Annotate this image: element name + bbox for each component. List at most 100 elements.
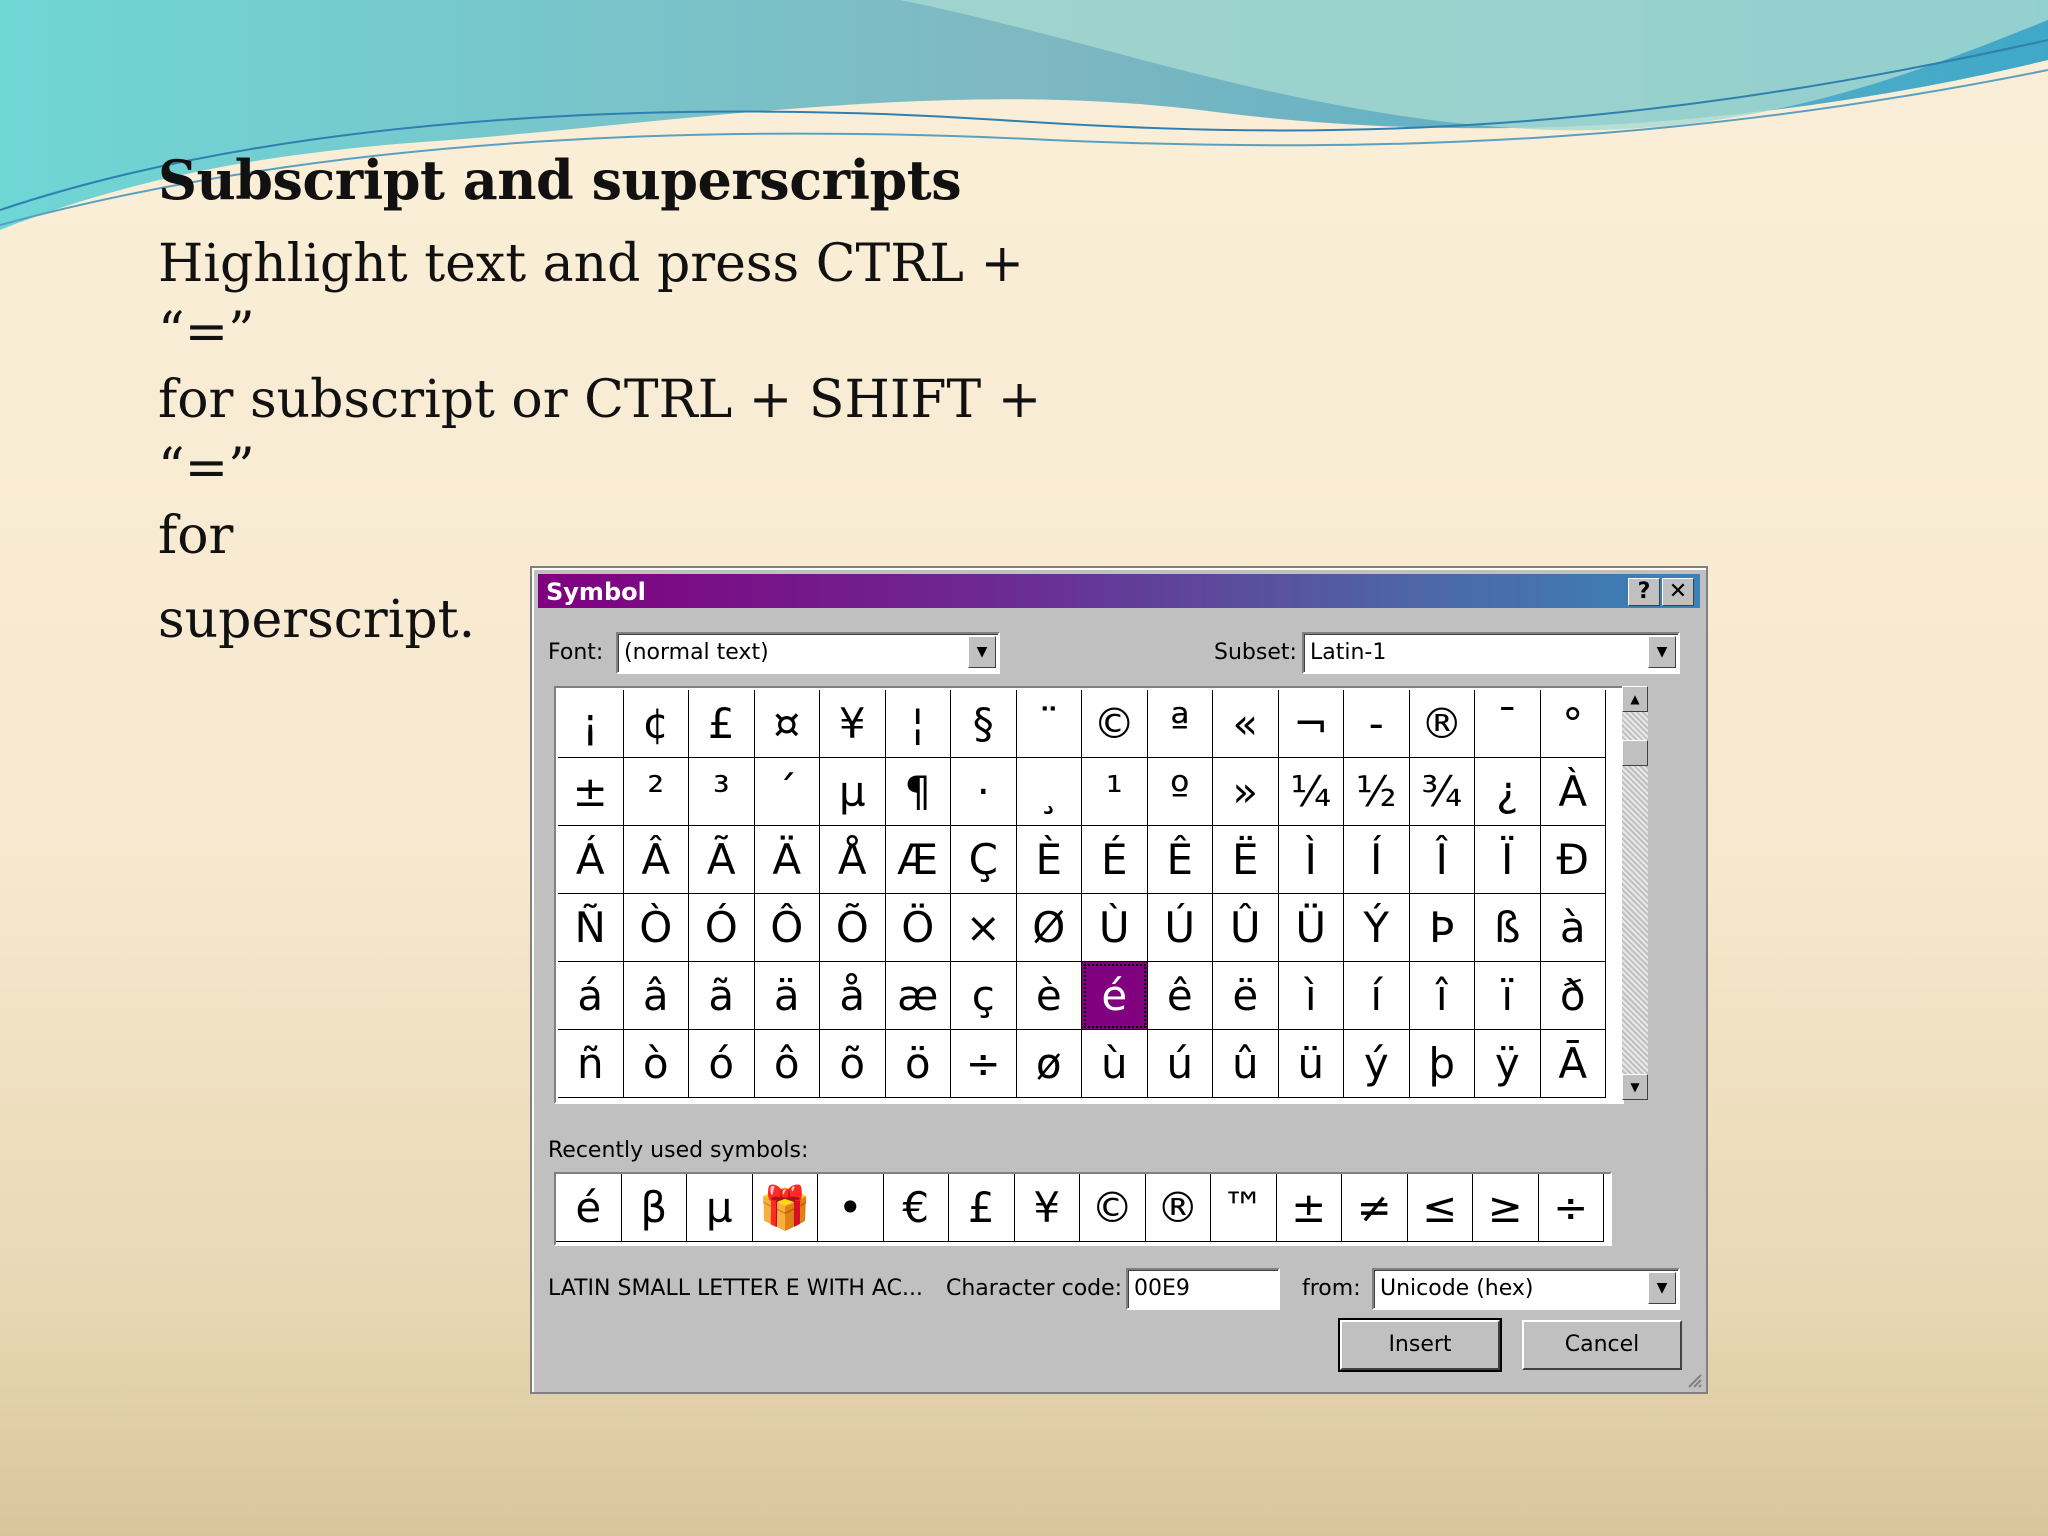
recent-symbol-cell[interactable]: β [621,1174,687,1242]
from-select[interactable]: Unicode (hex) ▼ [1372,1268,1680,1310]
symbol-cell[interactable]: Þ [1409,894,1475,962]
symbol-cell[interactable]: ¬ [1278,690,1344,758]
recent-symbol-cell[interactable]: € [883,1174,949,1242]
symbol-cell[interactable]: ü [1278,1030,1344,1098]
symbol-cell[interactable]: µ [820,758,886,826]
symbol-cell[interactable]: ¯ [1475,690,1541,758]
symbol-cell[interactable]: ² [623,758,689,826]
symbol-cell[interactable]: º [1147,758,1213,826]
recent-symbol-cell[interactable]: • [818,1174,884,1242]
symbol-cell[interactable]: Á [558,826,624,894]
symbol-cell[interactable]: ð [1540,962,1606,1030]
symbol-cell[interactable]: ¿ [1475,758,1541,826]
symbol-cell[interactable]: ¨ [1016,690,1082,758]
recent-symbol-cell[interactable]: ÷ [1538,1174,1604,1242]
symbol-cell[interactable]: Ô [754,894,820,962]
symbol-cell-selected[interactable]: é [1082,962,1148,1030]
symbol-cell[interactable]: å [820,962,886,1030]
symbol-cell[interactable]: Ú [1147,894,1213,962]
symbol-cell[interactable]: Ä [754,826,820,894]
symbol-cell[interactable]: ù [1082,1030,1148,1098]
symbol-cell[interactable]: Ö [885,894,951,962]
symbol-cell[interactable]: õ [820,1030,886,1098]
dialog-titlebar[interactable]: Symbol ? ✕ [538,574,1700,608]
cancel-button[interactable]: Cancel [1522,1320,1682,1370]
symbol-cell[interactable]: ê [1147,962,1213,1030]
recent-symbol-cell[interactable]: ™ [1211,1174,1277,1242]
symbol-cell[interactable]: ÷ [951,1030,1017,1098]
symbol-cell[interactable]: × [951,894,1017,962]
symbol-cell[interactable]: Ü [1278,894,1344,962]
symbol-cell[interactable]: Å [820,826,886,894]
symbol-cell[interactable]: à [1540,894,1606,962]
recent-symbol-cell[interactable]: 🎁 [752,1174,818,1242]
symbol-cell[interactable]: ì [1278,962,1344,1030]
symbol-cell[interactable]: Â [623,826,689,894]
symbol-cell[interactable]: Ï [1475,826,1541,894]
symbol-cell[interactable]: ä [754,962,820,1030]
scroll-thumb[interactable] [1622,740,1648,766]
symbol-cell[interactable]: - [1344,690,1410,758]
recent-symbol-cell[interactable]: ® [1145,1174,1211,1242]
symbol-cell[interactable]: ô [754,1030,820,1098]
help-button[interactable]: ? [1628,578,1660,606]
symbol-cell[interactable]: Ò [623,894,689,962]
symbol-cell[interactable]: è [1016,962,1082,1030]
insert-button[interactable]: Insert [1338,1318,1502,1372]
resize-grip-icon[interactable] [1684,1370,1702,1388]
symbol-cell[interactable]: ý [1344,1030,1410,1098]
symbol-cell[interactable]: â [623,962,689,1030]
recent-symbol-cell[interactable]: ¥ [1014,1174,1080,1242]
symbol-cell[interactable]: Ë [1213,826,1279,894]
symbol-cell[interactable]: Ý [1344,894,1410,962]
recent-symbol-cell[interactable]: ≥ [1473,1174,1539,1242]
symbol-cell[interactable]: ò [623,1030,689,1098]
symbol-cell[interactable]: Ê [1147,826,1213,894]
symbol-cell[interactable]: Ã [689,826,755,894]
symbol-cell[interactable]: Õ [820,894,886,962]
symbol-cell[interactable]: ´ [754,758,820,826]
symbol-cell[interactable]: ¡ [558,690,624,758]
recent-symbol-cell[interactable]: é [556,1174,622,1242]
scroll-down-icon[interactable]: ▼ [1622,1074,1648,1100]
symbol-cell[interactable]: ó [689,1030,755,1098]
grid-scrollbar[interactable]: ▲ ▼ [1622,686,1648,1100]
symbol-cell[interactable]: ¤ [754,690,820,758]
symbol-cell[interactable]: Ā [1540,1030,1606,1098]
symbol-cell[interactable]: « [1213,690,1279,758]
symbol-cell[interactable]: Ø [1016,894,1082,962]
symbol-cell[interactable]: ç [951,962,1017,1030]
symbol-cell[interactable]: ± [558,758,624,826]
symbol-cell[interactable]: ¾ [1409,758,1475,826]
symbol-cell[interactable]: ® [1409,690,1475,758]
recent-symbol-cell[interactable]: © [1080,1174,1146,1242]
close-button[interactable]: ✕ [1662,578,1694,606]
symbol-cell[interactable]: Û [1213,894,1279,962]
symbol-cell[interactable]: Ð [1540,826,1606,894]
symbol-cell[interactable]: Ñ [558,894,624,962]
symbol-cell[interactable]: ¹ [1082,758,1148,826]
symbol-cell[interactable]: ß [1475,894,1541,962]
symbol-cell[interactable]: ¢ [623,690,689,758]
recent-symbol-cell[interactable]: £ [949,1174,1015,1242]
symbol-cell[interactable]: þ [1409,1030,1475,1098]
symbol-cell[interactable]: Æ [885,826,951,894]
symbol-cell[interactable]: £ [689,690,755,758]
symbol-cell[interactable]: í [1344,962,1410,1030]
symbol-cell[interactable]: ã [689,962,755,1030]
chevron-down-icon[interactable]: ▼ [968,636,996,668]
symbol-cell[interactable]: ï [1475,962,1541,1030]
symbol-cell[interactable]: É [1082,826,1148,894]
symbol-cell[interactable]: ÿ [1475,1030,1541,1098]
symbol-cell[interactable]: ú [1147,1030,1213,1098]
symbol-cell[interactable]: ñ [558,1030,624,1098]
symbol-cell[interactable]: á [558,962,624,1030]
symbol-cell[interactable]: È [1016,826,1082,894]
symbol-cell[interactable]: ³ [689,758,755,826]
symbol-cell[interactable]: Ù [1082,894,1148,962]
recent-symbol-cell[interactable]: ≤ [1407,1174,1473,1242]
symbol-cell[interactable]: · [951,758,1017,826]
character-code-input[interactable]: 00E9 [1126,1268,1280,1310]
symbol-cell[interactable]: ¶ [885,758,951,826]
symbol-cell[interactable]: Ç [951,826,1017,894]
